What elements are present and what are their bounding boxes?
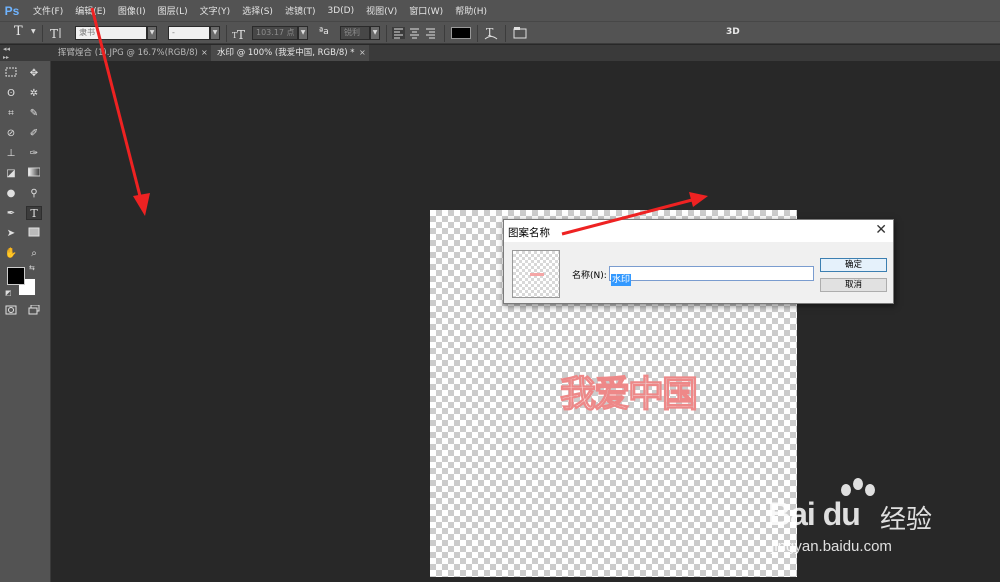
- divider: [505, 25, 506, 42]
- marquee-icon[interactable]: [3, 67, 19, 81]
- font-size-select[interactable]: 103.17 点: [252, 26, 298, 40]
- character-panel-icon[interactable]: [513, 27, 527, 39]
- type-icon[interactable]: T: [26, 206, 42, 220]
- swap-colors-icon[interactable]: ⇆: [29, 264, 35, 272]
- warp-text-icon[interactable]: T: [484, 25, 498, 41]
- tab-document-2[interactable]: 水印 @ 100% (我爱中国, RGB/8) *: [211, 45, 369, 61]
- chevron-down-icon[interactable]: ▼: [147, 26, 157, 40]
- dodge-icon[interactable]: ⚲: [26, 187, 42, 201]
- chevron-down-icon[interactable]: ▼: [298, 26, 308, 40]
- ok-button[interactable]: 确定: [820, 258, 887, 272]
- foreground-color-swatch-front[interactable]: [7, 267, 25, 285]
- alignment-group: [392, 27, 435, 39]
- menu-view[interactable]: 视图(V): [361, 4, 402, 17]
- name-label: 名称(N):: [572, 271, 607, 281]
- baidu-brand: Bai du: [768, 496, 861, 532]
- divider: [477, 25, 478, 42]
- menu-window[interactable]: 窗口(W): [404, 4, 448, 17]
- collapse-icon[interactable]: ▸▸: [3, 54, 9, 61]
- tab-document-1[interactable]: 挥臂煌合 (1).JPG @ 16.7%(RGB/8): [52, 45, 202, 61]
- eraser-icon[interactable]: ◪: [3, 167, 19, 181]
- anti-alias-icon: ªa: [319, 27, 329, 37]
- 3d-mode-button[interactable]: 3D: [726, 27, 740, 37]
- menu-edit[interactable]: 编辑(E): [70, 4, 111, 17]
- divider: [386, 25, 387, 42]
- chevron-down-icon[interactable]: ▼: [31, 28, 36, 35]
- brush-icon[interactable]: ✐: [26, 127, 42, 141]
- chevron-down-icon[interactable]: ▼: [370, 26, 380, 40]
- divider: [226, 25, 227, 42]
- options-bar: T ▼ T 隶书 ▼ - ▼ T T 103.17 点 ▼ ªa 锐利 ▼ T …: [0, 21, 1000, 44]
- photoshop-logo: Ps: [4, 3, 20, 18]
- rectangle-icon[interactable]: [26, 227, 42, 241]
- cancel-button[interactable]: 取消: [820, 278, 887, 292]
- gradient-icon[interactable]: [26, 167, 42, 181]
- menu-file[interactable]: 文件(F): [28, 4, 68, 17]
- history-brush-icon[interactable]: ✑: [26, 147, 42, 161]
- divider: [42, 25, 43, 42]
- name-input-value: 水印: [611, 274, 632, 286]
- chevron-down-icon[interactable]: ▼: [210, 26, 220, 40]
- menu-select[interactable]: 选择(S): [237, 4, 278, 17]
- crop-icon[interactable]: ⌗: [3, 107, 19, 121]
- pen-icon[interactable]: ✒: [3, 207, 19, 221]
- dialog-title: 图案名称: [508, 227, 550, 239]
- site-url: jingyan.baidu.com: [771, 538, 892, 555]
- quick-mask-icon[interactable]: [3, 305, 19, 319]
- menu-help[interactable]: 帮助(H): [450, 4, 492, 17]
- jingyan-text: 经验: [880, 505, 933, 535]
- close-icon[interactable]: ✕: [875, 222, 887, 238]
- menu-3d[interactable]: 3D(D): [322, 6, 359, 16]
- move-icon[interactable]: ✥: [26, 67, 42, 81]
- menu-filter[interactable]: 滤镜(T): [280, 4, 321, 17]
- close-icon[interactable]: ×: [201, 45, 208, 61]
- path-selection-icon[interactable]: ➤: [3, 227, 19, 241]
- toolbox: ▸▸ ✥ ʘ ✲ ⌗ ✎ ⊘ ✐ ⊥ ✑ ◪ ● ⚲ ✒ T ➤ ✋ ⌕ ⇆ ◩: [0, 54, 51, 582]
- divider: [444, 25, 445, 42]
- toggle-text-orientation-icon[interactable]: T: [49, 26, 63, 40]
- lasso-icon[interactable]: ʘ: [3, 87, 19, 101]
- anti-alias-select[interactable]: 锐利: [340, 26, 370, 40]
- tab-label: 水印 @ 100% (我爱中国, RGB/8) *: [217, 48, 355, 58]
- svg-text:T: T: [50, 27, 58, 40]
- document-tab-bar: ◂◂ 挥臂煌合 (1).JPG @ 16.7%(RGB/8) × 水印 @ 10…: [0, 45, 1000, 61]
- healing-brush-icon[interactable]: ⊘: [3, 127, 19, 141]
- collapse-icon[interactable]: ◂◂: [3, 45, 10, 53]
- font-size-icon: T T: [232, 28, 245, 40]
- screen-mode-icon[interactable]: [26, 304, 42, 319]
- baidu-jingyan-watermark: Bai du 经验 jingyan.baidu.com: [768, 478, 998, 578]
- magic-wand-icon[interactable]: ✲: [26, 87, 42, 101]
- blur-icon[interactable]: ●: [3, 187, 19, 201]
- pattern-thumbnail: [512, 250, 560, 298]
- menu-image[interactable]: 图像(I): [113, 4, 151, 17]
- zoom-icon[interactable]: ⌕: [26, 247, 42, 261]
- default-colors-icon[interactable]: ◩: [5, 289, 12, 297]
- watermark-text: 我爱中国: [559, 373, 698, 415]
- eyedropper-icon[interactable]: ✎: [26, 107, 42, 121]
- type-tool-preset-icon[interactable]: T: [14, 24, 23, 39]
- menu-type[interactable]: 文字(Y): [195, 4, 236, 17]
- menu-layer[interactable]: 图层(L): [153, 4, 193, 17]
- hand-icon[interactable]: ✋: [3, 247, 19, 261]
- font-style-select[interactable]: -: [168, 26, 210, 40]
- dialog-title-bar[interactable]: 图案名称 ✕: [504, 220, 893, 242]
- clone-stamp-icon[interactable]: ⊥: [3, 147, 19, 161]
- close-icon[interactable]: ×: [359, 45, 366, 61]
- pattern-name-dialog: 图案名称 ✕ 名称(N): 水印 确定 取消: [503, 219, 894, 304]
- thumbnail-watermark: [530, 273, 544, 276]
- font-family-select[interactable]: 隶书: [75, 26, 147, 40]
- menu-bar: Ps 文件(F) 编辑(E) 图像(I) 图层(L) 文字(Y) 选择(S) 滤…: [0, 0, 1000, 21]
- text-color-swatch[interactable]: [451, 27, 471, 39]
- name-input[interactable]: 水印: [609, 266, 814, 286]
- svg-text:T: T: [237, 28, 245, 40]
